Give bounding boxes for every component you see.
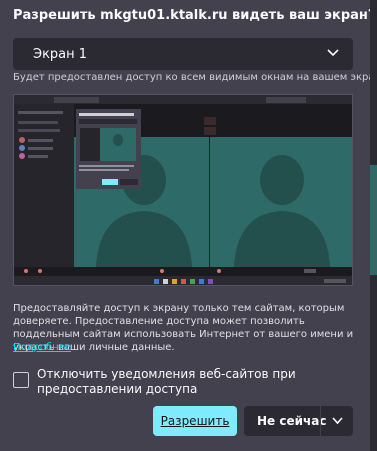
mute-notifications-option[interactable]: Отключить уведомления веб-сайтов при пре… [13, 367, 358, 397]
not-now-label: Не сейчас [257, 414, 327, 428]
mute-notifications-label[interactable]: Отключить уведомления веб-сайтов при пре… [37, 367, 358, 397]
screen-select[interactable]: Экран 1 [13, 38, 353, 70]
screen-share-dialog: Разрешить mkgtu01.ktalk.ru видеть ваш эк… [0, 0, 377, 451]
allow-button[interactable]: Разрешить [153, 406, 237, 436]
background-teal-panel [370, 165, 377, 275]
button-divider [320, 406, 321, 436]
chevron-down-icon [327, 49, 339, 57]
chevron-down-icon[interactable] [332, 417, 343, 425]
learn-more-link[interactable]: Подробнее [13, 342, 71, 353]
mute-notifications-checkbox[interactable] [13, 372, 29, 388]
screen-preview [13, 94, 353, 286]
background-page-edge [370, 0, 377, 451]
screen-preview-image [14, 95, 352, 285]
screen-select-value: Экран 1 [33, 46, 88, 62]
share-hint: Будет предоставлен доступ ко всем видимы… [13, 72, 377, 83]
not-now-button[interactable]: Не сейчас [244, 406, 353, 436]
dialog-title: Разрешить mkgtu01.ktalk.ru видеть ваш эк… [13, 8, 376, 23]
